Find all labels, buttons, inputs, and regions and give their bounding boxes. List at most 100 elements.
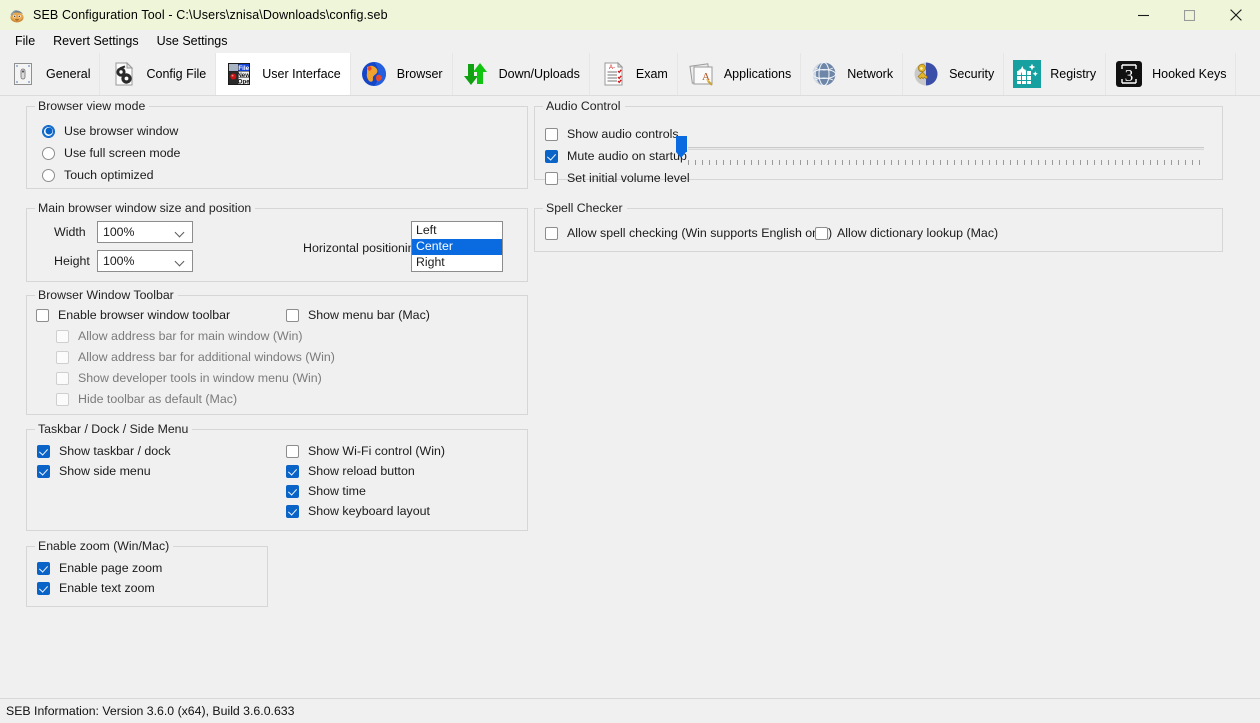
checkbox-show-developer-tools[interactable]: Show developer tools in window menu (Win… [56,371,322,385]
checkbox-show-menu-bar-mac[interactable]: Show menu bar (Mac) [286,308,430,322]
checkbox-show-time[interactable]: Show time [286,484,366,498]
title-bar: SEB Configuration Tool - C:\Users\znisa\… [0,0,1260,30]
horizontal-positioning-label: Horizontal positioning [303,241,422,255]
applications-icon: A [686,59,716,89]
checkbox-enable-browser-window-toolbar[interactable]: Enable browser window toolbar [36,308,230,322]
toolbar-tab-browser[interactable]: Browser [351,52,453,95]
radio-touch-optimized[interactable]: Touch optimized [42,168,154,182]
window-controls [1120,0,1260,30]
toolbar-tab-browser-label: Browser [396,66,443,81]
checkbox-allow-address-bar-additional-windows-label: Allow address bar for additional windows… [78,350,335,364]
group-browser-view-mode: Browser view mode Use browser window Use… [26,99,528,189]
height-label: Height [54,254,90,268]
checkbox-indicator [545,226,558,240]
toolbar-tab-exam-label: Exam [635,66,668,81]
checkbox-allow-spell-checking[interactable]: Allow spell checking (Win supports Engli… [545,226,832,240]
minimize-icon[interactable] [1120,0,1166,30]
checkbox-mute-audio-on-startup[interactable]: Mute audio on startup [545,149,687,163]
toolbar-tab-security[interactable]: Security [903,52,1005,95]
checkbox-indicator [286,308,299,322]
checkbox-set-initial-volume-level-label: Set initial volume level [567,171,690,185]
width-combobox[interactable]: 100% [97,221,193,243]
toolbar-tab-network-label: Network [847,66,894,81]
volume-slider-ticks [688,160,1204,166]
checkbox-enable-text-zoom-label: Enable text zoom [59,581,155,595]
toolbar-tab-applications[interactable]: A Applications [678,52,802,95]
checkbox-indicator [286,444,299,458]
svg-text:3: 3 [1125,66,1134,85]
settings-content-pane: Browser view mode Use browser window Use… [0,96,1260,698]
toolbar-tab-applications-label: Applications [723,66,792,81]
checkbox-allow-address-bar-main-window-label: Allow address bar for main window (Win) [78,329,303,343]
checkbox-show-time-label: Show time [308,484,366,498]
width-combobox-value: 100% [103,225,135,239]
menu-item-file[interactable]: File [6,32,44,50]
checkbox-enable-browser-window-toolbar-label: Enable browser window toolbar [58,308,231,322]
checkbox-allow-dictionary-lookup[interactable]: Allow dictionary lookup (Mac) [815,226,998,240]
checkbox-allow-spell-checking-label: Allow spell checking (Win supports Engli… [567,226,833,240]
checkbox-show-menu-bar-mac-label: Show menu bar (Mac) [308,308,430,322]
toolbar-tab-security-label: Security [949,66,995,81]
registry-grid-icon [1012,59,1042,89]
menu-item-revert-settings[interactable]: Revert Settings [44,32,147,50]
width-label: Width [54,225,86,239]
radio-use-browser-window[interactable]: Use browser window [42,124,178,138]
checkbox-mute-audio-on-startup-label: Mute audio on startup [567,149,687,163]
maximize-icon[interactable] [1166,0,1212,30]
chevron-down-icon [176,257,185,266]
checkbox-show-audio-controls-label: Show audio controls [567,127,679,141]
menu-item-use-settings[interactable]: Use Settings [148,32,237,50]
checkbox-indicator [545,171,558,185]
group-browser-view-mode-title: Browser view mode [35,99,150,113]
toolbar-tab-user-interface[interactable]: File New Ope User Interface [216,52,351,95]
exam-checklist-icon: A- [598,59,628,89]
checkbox-show-audio-controls[interactable]: Show audio controls [545,127,679,141]
checkbox-show-developer-tools-label: Show developer tools in window menu (Win… [78,371,322,385]
group-audio-control: Audio Control Show audio controls Mute a… [534,99,1223,185]
group-audio-control-title: Audio Control [543,99,625,113]
checkbox-show-reload-button[interactable]: Show reload button [286,464,415,478]
checkbox-enable-text-zoom[interactable]: Enable text zoom [37,581,155,595]
radio-touch-optimized-label: Touch optimized [64,168,154,182]
user-interface-icon: File New Ope [224,59,254,89]
listbox-item-left[interactable]: Left [412,223,502,239]
volume-slider-track[interactable] [688,147,1204,150]
group-browser-window-toolbar-title: Browser Window Toolbar [35,288,178,302]
checkbox-indicator [545,127,558,141]
toolbar-tab-config-file-label: Config File [146,66,207,81]
checkbox-hide-toolbar-as-default[interactable]: Hide toolbar as default (Mac) [56,392,237,406]
toolbar-tab-registry[interactable]: Registry [1004,52,1107,95]
toolbar-tab-down-uploads[interactable]: Down/Uploads [453,52,590,95]
browser-globe-icon [359,59,389,89]
checkbox-show-side-menu[interactable]: Show side menu [37,464,151,478]
checkbox-indicator [286,464,299,478]
checkbox-enable-page-zoom[interactable]: Enable page zoom [37,561,162,575]
volume-slider-thumb[interactable] [676,136,687,158]
toolbar-tab-config-file[interactable]: Config File [100,52,217,95]
checkbox-hide-toolbar-as-default-label: Hide toolbar as default (Mac) [78,392,238,406]
group-main-window-size-title: Main browser window size and position [35,201,256,215]
general-icon [8,59,38,89]
listbox-item-right[interactable]: Right [412,255,502,271]
toolbar-tab-exam[interactable]: A- Exam [590,52,678,95]
volume-slider[interactable] [676,133,1204,171]
checkbox-show-keyboard-layout[interactable]: Show keyboard layout [286,504,430,518]
toolbar-tab-general[interactable]: General [0,52,101,95]
radio-indicator [42,168,55,182]
toolbar-tab-hooked-keys[interactable]: 3 Hooked Keys [1106,52,1237,95]
listbox-item-center[interactable]: Center [412,239,502,255]
section-toolbar: General Config File File New Ope User In… [0,52,1260,149]
close-icon[interactable] [1212,0,1260,30]
radio-indicator [42,146,55,160]
checkbox-show-taskbar-dock[interactable]: Show taskbar / dock [37,444,171,458]
checkbox-allow-address-bar-main-window[interactable]: Allow address bar for main window (Win) [56,329,302,343]
checkbox-set-initial-volume-level[interactable]: Set initial volume level [545,171,690,185]
height-combobox[interactable]: 100% [97,250,193,272]
checkbox-show-wifi-control-label: Show Wi-Fi control (Win) [308,444,445,458]
checkbox-show-wifi-control[interactable]: Show Wi-Fi control (Win) [286,444,445,458]
checkbox-allow-address-bar-additional-windows[interactable]: Allow address bar for additional windows… [56,350,335,364]
toolbar-tab-network[interactable]: Network [801,52,904,95]
horizontal-positioning-listbox[interactable]: Left Center Right [411,221,503,272]
config-file-icon [108,59,138,89]
radio-use-full-screen-mode[interactable]: Use full screen mode [42,146,180,160]
